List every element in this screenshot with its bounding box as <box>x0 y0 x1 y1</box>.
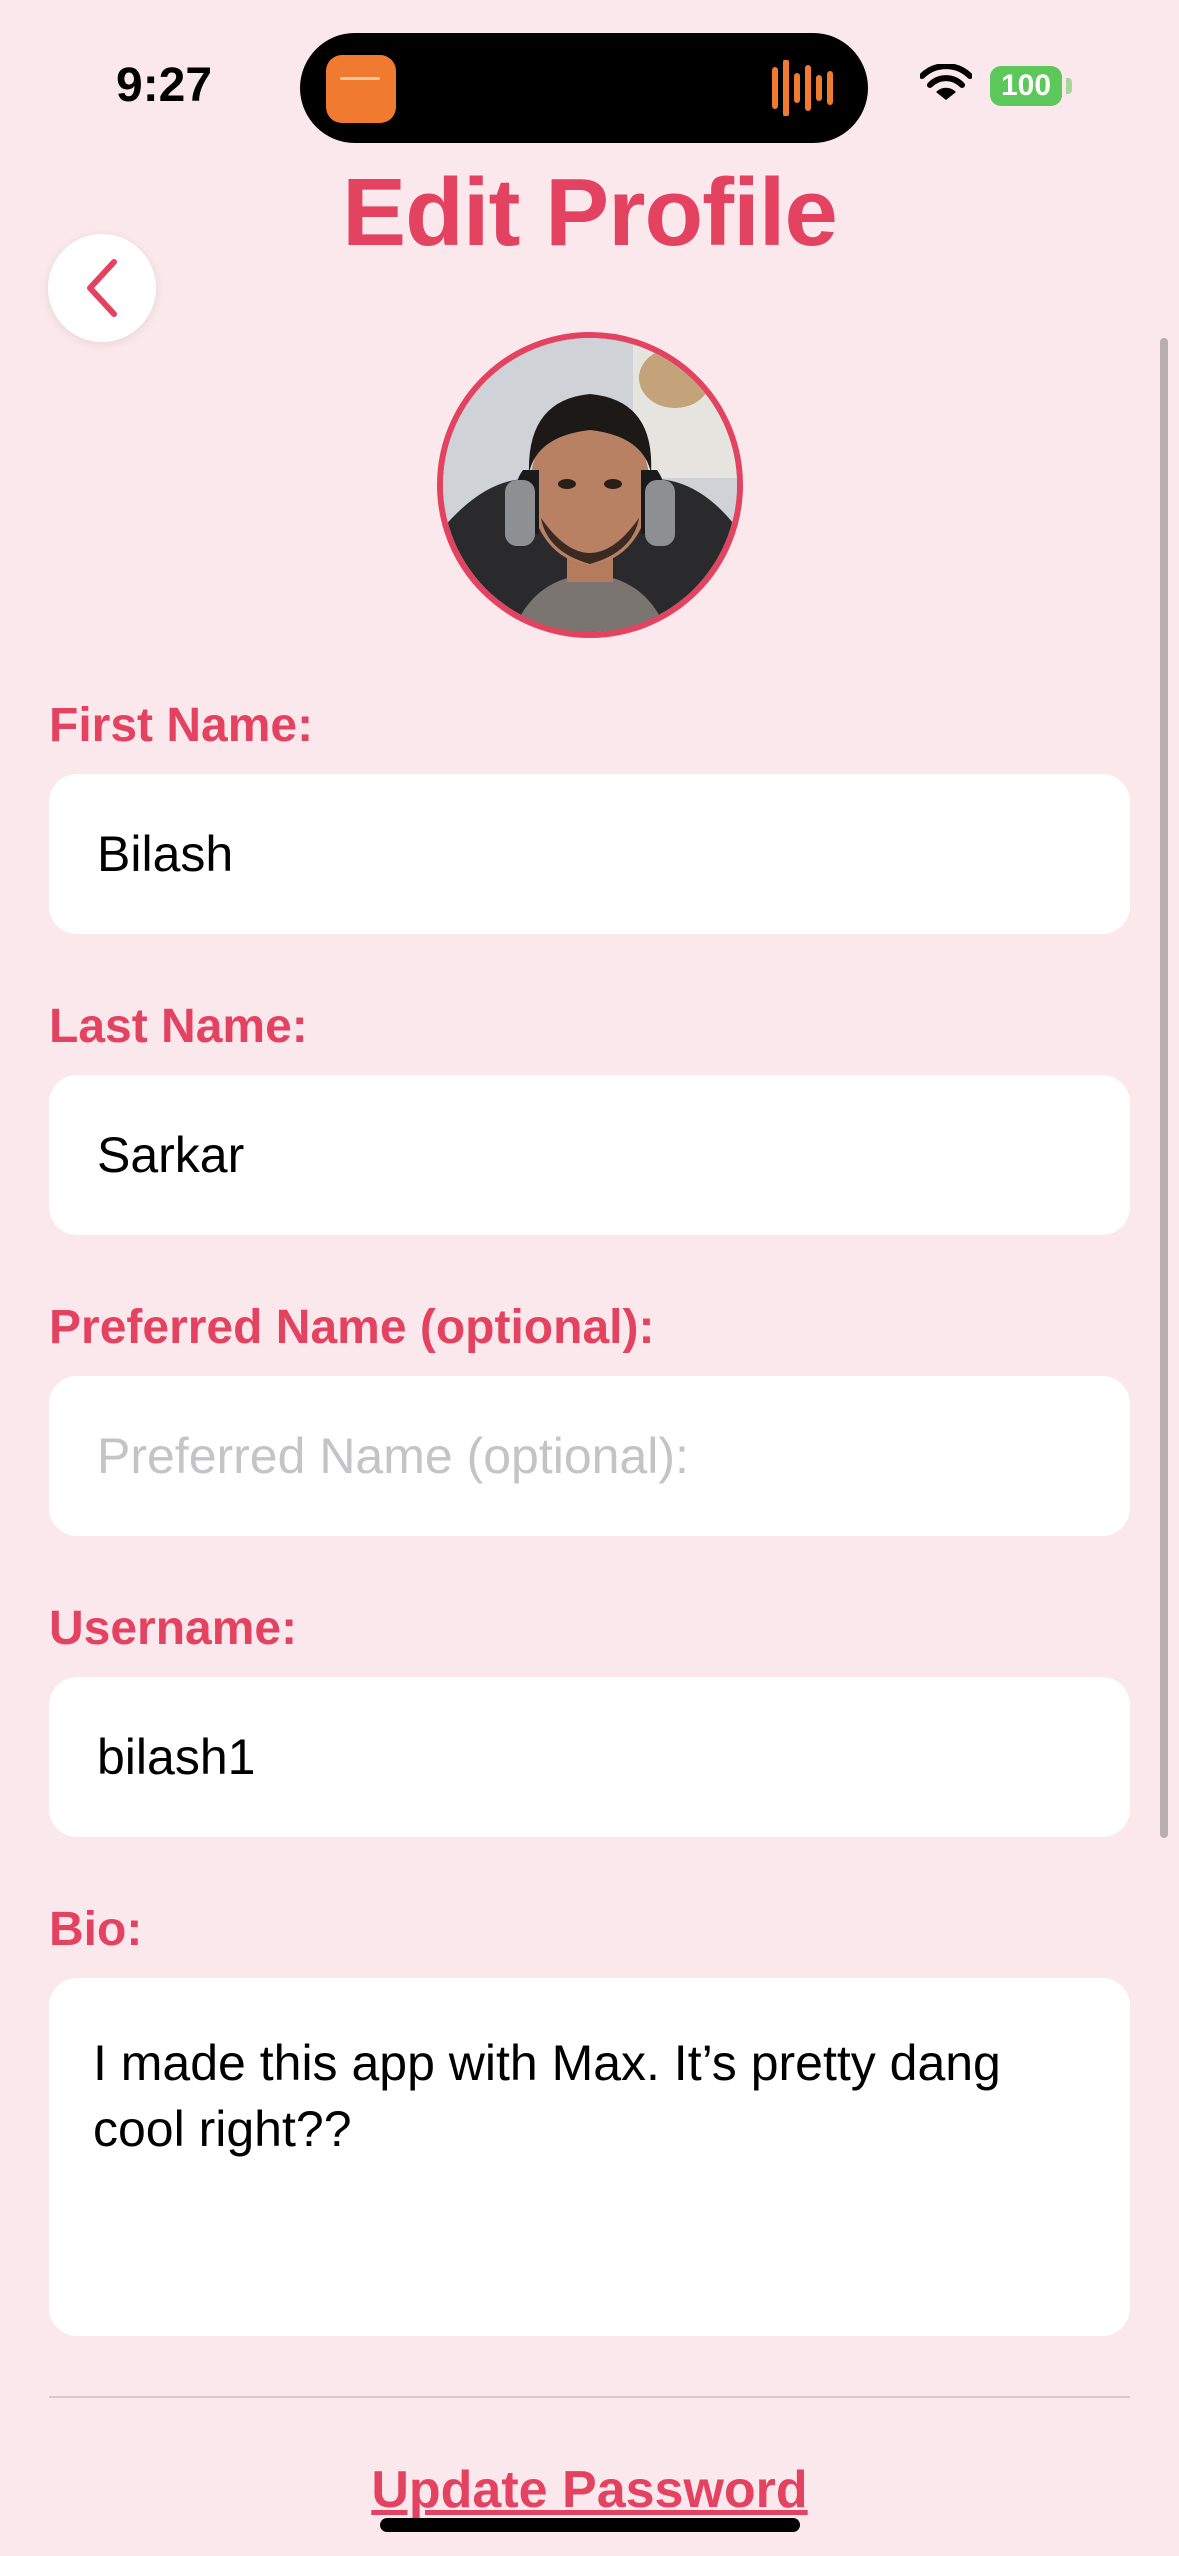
first-name-label: First Name: <box>49 699 314 752</box>
username-field[interactable]: bilash1 <box>49 1677 1130 1837</box>
back-button[interactable] <box>48 234 156 342</box>
wifi-icon <box>920 64 972 100</box>
username-label: Username: <box>49 1602 298 1655</box>
page-title: Edit Profile <box>342 159 838 266</box>
dynamic-island[interactable] <box>300 33 868 143</box>
update-password-link[interactable]: Update Password <box>0 2460 1179 2520</box>
home-indicator[interactable] <box>380 2518 800 2532</box>
last-name-label: Last Name: <box>49 1000 308 1053</box>
battery-level: 100 <box>990 66 1062 106</box>
preferred-name-label: Preferred Name (optional): <box>49 1301 655 1354</box>
profile-avatar[interactable] <box>437 332 743 638</box>
bio-textarea[interactable]: I made this app with Max. It’s pretty da… <box>49 1978 1130 2336</box>
preferred-name-placeholder: Preferred Name (optional): <box>97 1428 689 1484</box>
avatar-photo <box>443 338 737 632</box>
status-time: 9:27 <box>116 59 213 112</box>
first-name-value: Bilash <box>97 826 234 882</box>
username-value: bilash1 <box>97 1729 256 1785</box>
last-name-value: Sarkar <box>97 1127 245 1183</box>
edit-profile-screen: 9:27 100 Edit Profile First Name: Bilash… <box>0 0 1179 2556</box>
chevron-left-icon <box>87 259 117 317</box>
last-name-field[interactable]: Sarkar <box>49 1075 1130 1235</box>
preferred-name-field[interactable]: Preferred Name (optional): <box>49 1376 1130 1536</box>
bio-label: Bio: <box>49 1903 143 1956</box>
audio-waveform-icon <box>772 60 833 116</box>
scrollbar[interactable] <box>1160 338 1168 1838</box>
divider <box>49 2396 1130 2398</box>
first-name-field[interactable]: Bilash <box>49 774 1130 934</box>
bio-value: I made this app with Max. It’s pretty da… <box>93 2035 1001 2157</box>
live-activity-app-icon <box>326 55 396 123</box>
